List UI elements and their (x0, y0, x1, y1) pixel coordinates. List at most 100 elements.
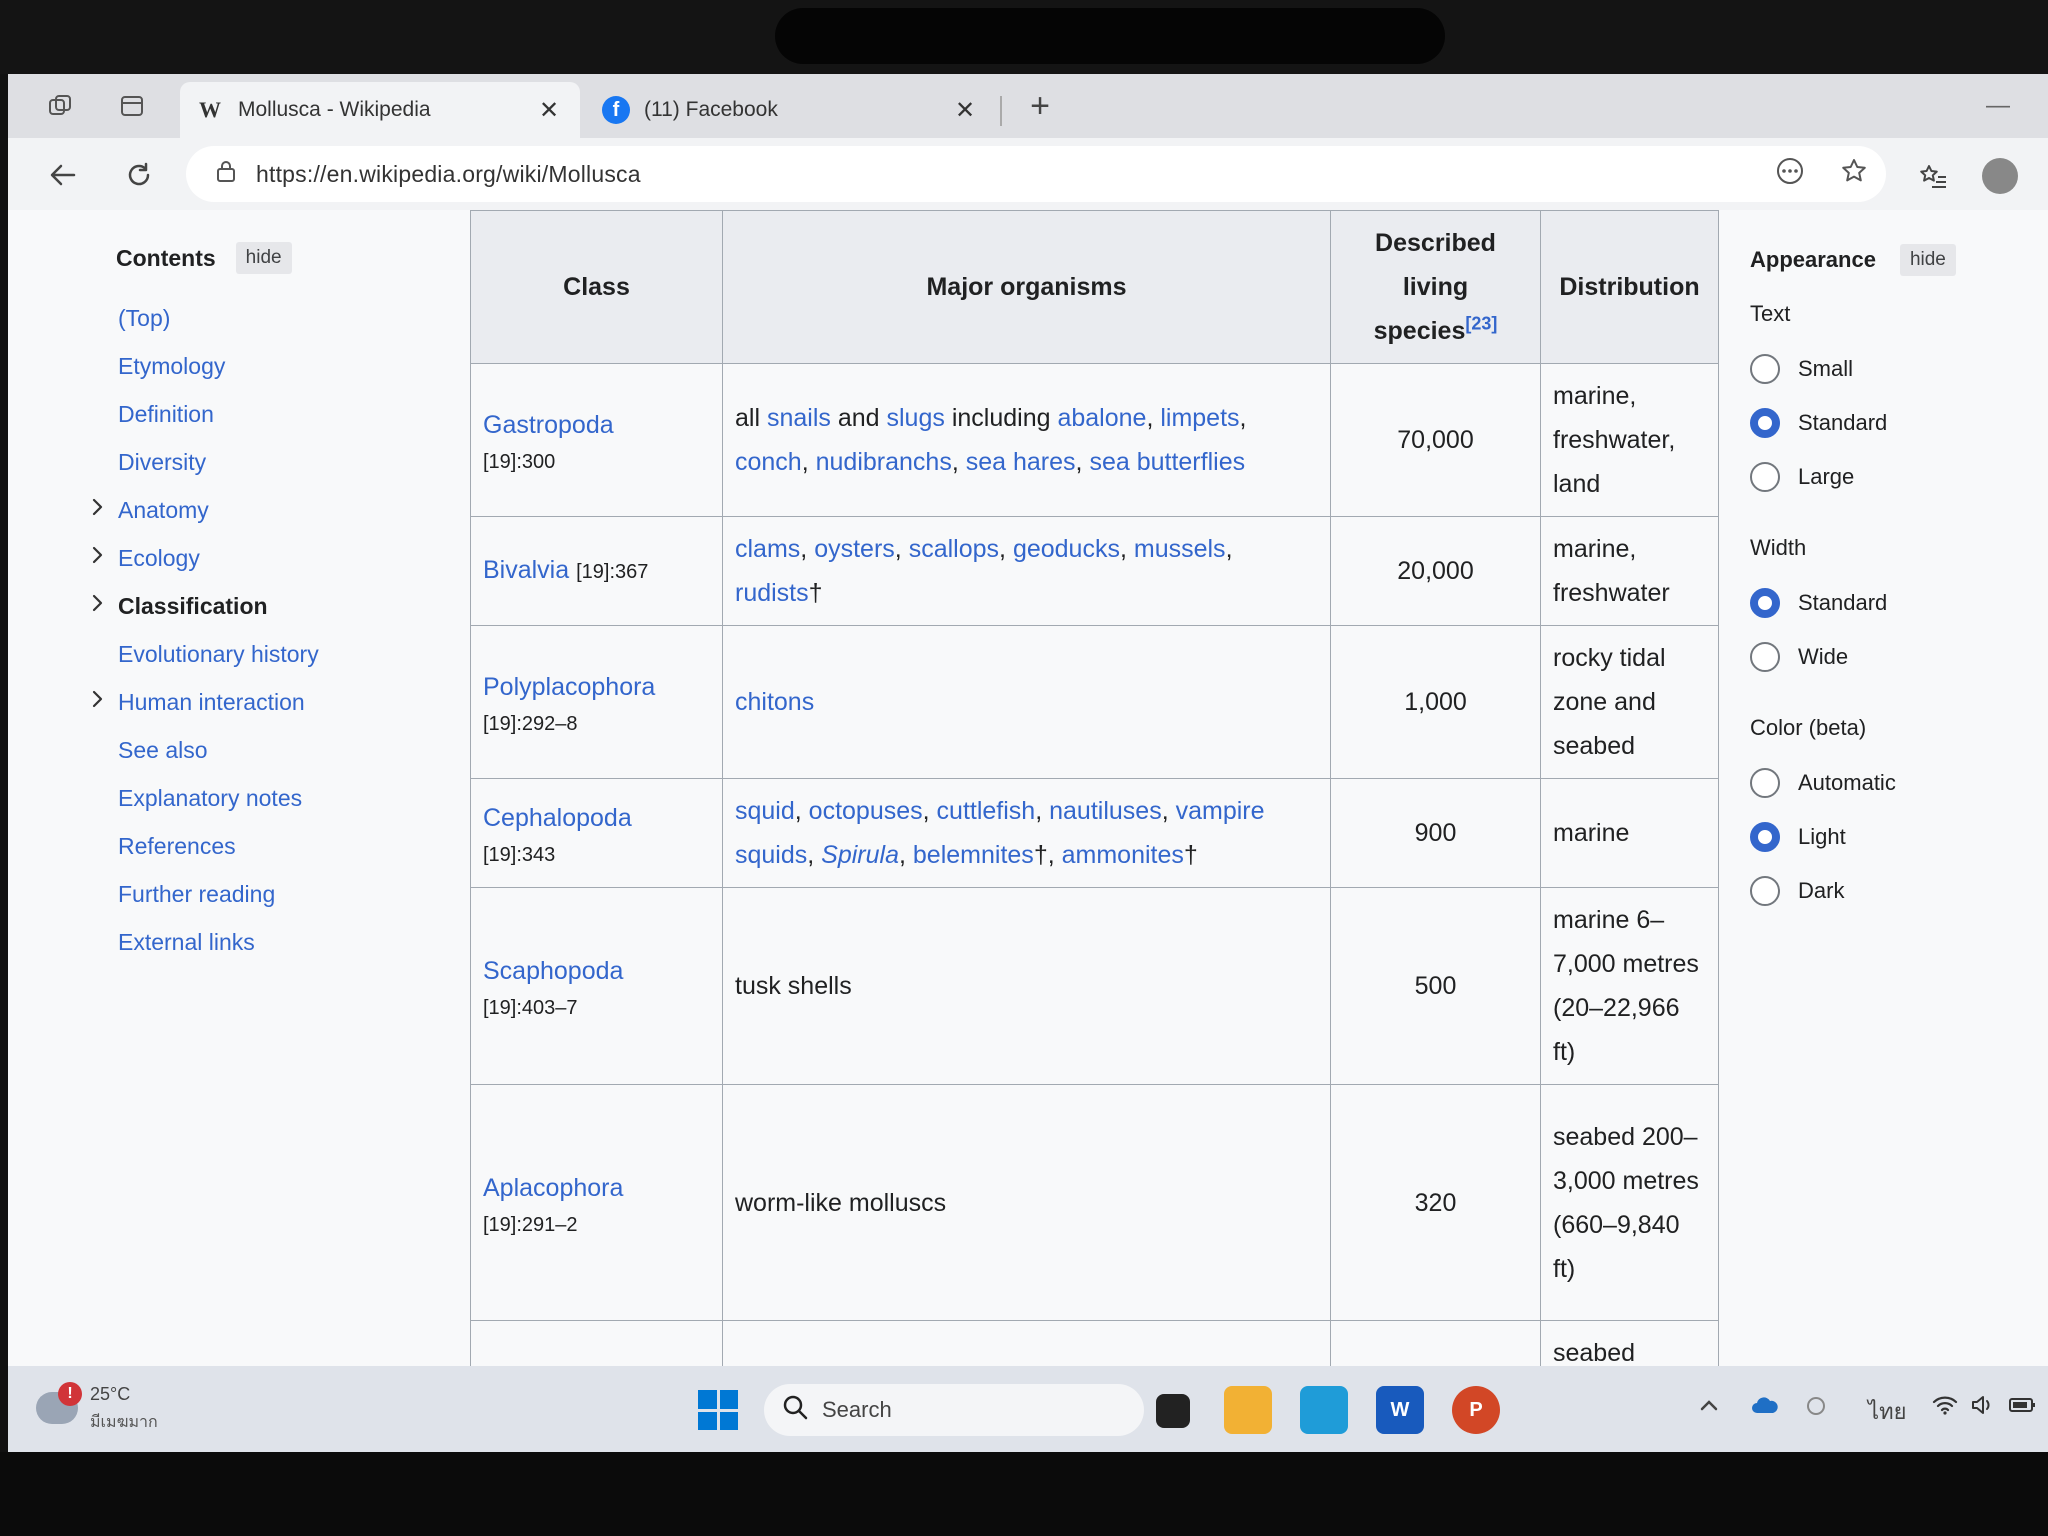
toc-hide-button[interactable]: hide (235, 242, 292, 274)
toc-item[interactable]: Human interaction (78, 678, 418, 726)
favorite-star-icon[interactable] (1822, 157, 1886, 192)
radio-option[interactable]: Standard (1750, 396, 2030, 450)
task-view-icon[interactable] (1156, 1394, 1190, 1428)
radio-unselected[interactable] (1750, 642, 1780, 672)
minimize-button[interactable]: — (1978, 92, 2018, 120)
radio-option[interactable]: Dark (1750, 864, 2030, 918)
chevron-up-icon[interactable] (1698, 1394, 1720, 1422)
organism-link[interactable]: sea hares (966, 448, 1076, 476)
radio-option[interactable]: Small (1750, 342, 2030, 396)
radio-unselected[interactable] (1750, 876, 1780, 906)
page-ref[interactable]: [19]:403–7 (483, 993, 710, 1023)
organism-link[interactable]: nudibranchs (816, 448, 952, 476)
toc-item[interactable]: Definition (78, 390, 418, 438)
back-arrow-icon[interactable] (40, 152, 86, 198)
organism-link[interactable]: oysters (814, 535, 895, 563)
organism-link[interactable]: octopuses (809, 797, 923, 825)
radio-option[interactable]: Large (1750, 450, 2030, 504)
organism-link[interactable]: rudists (735, 579, 809, 607)
chevron-right-icon[interactable] (88, 688, 108, 716)
organism-link[interactable]: clams (735, 535, 800, 563)
toc-item[interactable]: References (78, 822, 418, 870)
organism-link[interactable]: conch (735, 448, 802, 476)
class-link[interactable]: Scaphopoda (483, 957, 623, 985)
wifi-icon[interactable] (1932, 1394, 1958, 1422)
organism-link[interactable]: squid (735, 797, 795, 825)
organism-link[interactable]: nautiluses (1049, 797, 1162, 825)
workspaces-icon[interactable] (38, 86, 82, 126)
header-distribution[interactable]: Distribution (1540, 210, 1719, 364)
windows-start-icon[interactable] (698, 1390, 738, 1430)
organism-link[interactable]: limpets (1160, 404, 1239, 432)
page-ref[interactable]: [19]:292–8 (483, 709, 710, 739)
organism-link[interactable]: Spirula (821, 841, 899, 869)
edge-icon[interactable] (1300, 1386, 1348, 1434)
chevron-right-icon[interactable] (88, 592, 108, 620)
organism-link[interactable]: mussels (1134, 535, 1226, 563)
toc-item[interactable]: Diversity (78, 438, 418, 486)
profile-avatar[interactable] (1982, 158, 2018, 194)
organism-link[interactable]: geoducks (1013, 535, 1120, 563)
appearance-hide-button[interactable]: hide (1899, 244, 1956, 276)
toc-item[interactable]: Ecology (78, 534, 418, 582)
radio-selected[interactable] (1750, 408, 1780, 438)
onedrive-cloud-icon[interactable] (1750, 1394, 1780, 1422)
url-text[interactable]: https://en.wikipedia.org/wiki/Mollusca (256, 161, 1758, 188)
radio-selected[interactable] (1750, 588, 1780, 618)
class-link[interactable]: Aplacophora (483, 1174, 623, 1202)
page-ref[interactable]: [19]:300 (483, 447, 710, 477)
toc-item[interactable]: Explanatory notes (78, 774, 418, 822)
refresh-icon[interactable] (116, 152, 162, 198)
battery-icon[interactable] (2008, 1394, 2038, 1422)
radio-option[interactable]: Light (1750, 810, 2030, 864)
organism-link[interactable]: chitons (735, 688, 814, 716)
close-tab-icon[interactable]: ✕ (950, 96, 980, 125)
radio-unselected[interactable] (1750, 768, 1780, 798)
input-language[interactable]: ไทย (1868, 1394, 1906, 1429)
header-major-organisms[interactable]: Major organisms (722, 210, 1331, 364)
organism-link[interactable]: scallops (909, 535, 999, 563)
class-link[interactable]: Polyplacophora (483, 673, 655, 701)
header-described-species[interactable]: Described living species[23] (1330, 210, 1541, 364)
word-icon[interactable]: W (1376, 1386, 1424, 1434)
class-link[interactable]: Cephalopoda (483, 804, 632, 832)
file-explorer-icon[interactable] (1224, 1386, 1272, 1434)
organism-link[interactable]: snails (767, 404, 831, 432)
organism-link[interactable]: cuttlefish (937, 797, 1036, 825)
organism-link[interactable]: belemnites (913, 841, 1034, 869)
taskbar-search[interactable]: Search (764, 1384, 1144, 1436)
toc-item[interactable]: Anatomy (78, 486, 418, 534)
tab-facebook[interactable]: f (11) Facebook ✕ (586, 82, 996, 138)
toc-item[interactable]: Etymology (78, 342, 418, 390)
toc-item[interactable]: (Top) (78, 294, 418, 342)
organism-link[interactable]: slugs (887, 404, 945, 432)
class-link[interactable]: Gastropoda (483, 411, 614, 439)
page-ref[interactable]: [19]:367 (576, 561, 648, 583)
tab-wikipedia[interactable]: W Mollusca - Wikipedia ✕ (180, 82, 580, 138)
radio-option[interactable]: Automatic (1750, 756, 2030, 810)
radio-unselected[interactable] (1750, 354, 1780, 384)
page-ref[interactable]: [19]:343 (483, 840, 710, 870)
organism-link[interactable]: ammonites (1062, 841, 1184, 869)
vertical-tabs-icon[interactable] (110, 86, 154, 126)
toc-item[interactable]: Evolutionary history (78, 630, 418, 678)
radio-option[interactable]: Wide (1750, 630, 2030, 684)
chevron-right-icon[interactable] (88, 496, 108, 524)
favorites-list-icon[interactable] (1908, 154, 1958, 200)
organism-link[interactable]: abalone (1057, 404, 1146, 432)
powerpoint-icon[interactable]: P (1452, 1386, 1500, 1434)
toc-item[interactable]: Further reading (78, 870, 418, 918)
toc-item[interactable]: External links (78, 918, 418, 966)
more-options-icon[interactable] (1758, 157, 1822, 192)
page-ref[interactable]: [19]:291–2 (483, 1210, 710, 1240)
citation-ref[interactable]: [23] (1465, 314, 1497, 334)
address-bar[interactable]: https://en.wikipedia.org/wiki/Mollusca (186, 146, 1886, 202)
lock-icon[interactable] (196, 159, 256, 189)
chevron-right-icon[interactable] (88, 544, 108, 572)
volume-icon[interactable] (1970, 1394, 1994, 1422)
radio-unselected[interactable] (1750, 462, 1780, 492)
class-link[interactable]: Bivalvia (483, 556, 569, 584)
close-tab-icon[interactable]: ✕ (534, 96, 564, 125)
radio-option[interactable]: Standard (1750, 576, 2030, 630)
new-tab-button[interactable]: + (1016, 86, 1064, 126)
